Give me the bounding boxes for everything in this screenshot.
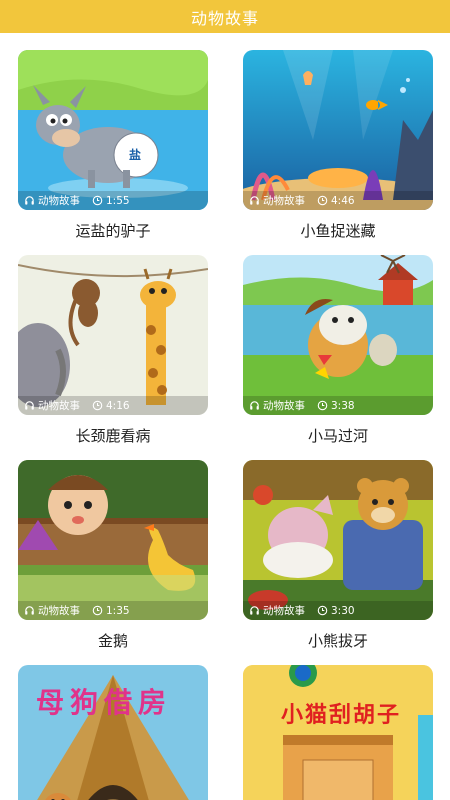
story-card[interactable]: 动物故事 3:38 小马过河 bbox=[243, 255, 433, 446]
story-title[interactable]: 小鱼捉迷藏 bbox=[243, 220, 433, 241]
story-card[interactable]: 动物故事 3:30 小熊拔牙 bbox=[243, 460, 433, 651]
story-title[interactable]: 运盐的驴子 bbox=[18, 220, 208, 241]
story-meta: 动物故事 4:46 bbox=[243, 191, 433, 210]
story-meta: 动物故事 1:55 bbox=[18, 191, 208, 210]
story-duration: 4:46 bbox=[331, 194, 355, 207]
story-duration: 4:16 bbox=[106, 399, 130, 412]
headphones-icon bbox=[25, 401, 34, 410]
clock-icon bbox=[92, 400, 103, 411]
story-card[interactable]: 动物故事 1:35 金鹅 bbox=[18, 460, 208, 651]
story-thumbnail[interactable]: 母狗借房 bbox=[18, 665, 208, 800]
story-category: 动物故事 bbox=[263, 195, 305, 207]
story-title-art: 母狗借房 bbox=[36, 686, 173, 719]
story-duration: 1:35 bbox=[106, 604, 130, 617]
donkey-illustration bbox=[18, 50, 208, 210]
story-category: 动物故事 bbox=[263, 400, 305, 412]
app-header: 动物故事 bbox=[0, 0, 450, 33]
page-title: 动物故事 bbox=[190, 8, 259, 28]
story-thumbnail[interactable]: 盐 动物故事 1:55 bbox=[18, 50, 208, 210]
story-thumbnail[interactable]: 动物故事 4:16 bbox=[18, 255, 208, 415]
story-category: 动物故事 bbox=[38, 195, 80, 207]
headphones-icon bbox=[250, 401, 259, 410]
story-title[interactable]: 金鹅 bbox=[18, 630, 208, 651]
story-title[interactable]: 小熊拔牙 bbox=[243, 630, 433, 651]
story-card[interactable]: 盐 动物故事 1:55 运盐的驴子 bbox=[18, 50, 208, 241]
golden-goose-illustration bbox=[18, 460, 208, 620]
story-category: 动物故事 bbox=[38, 400, 80, 412]
clock-icon bbox=[317, 605, 328, 616]
story-card[interactable]: 动物故事 4:16 长颈鹿看病 bbox=[18, 255, 208, 446]
story-meta: 动物故事 3:30 bbox=[243, 601, 433, 620]
headphones-icon bbox=[25, 606, 34, 615]
story-card[interactable]: 动物故事 4:46 小鱼捉迷藏 bbox=[243, 50, 433, 241]
pony-illustration bbox=[243, 255, 433, 415]
story-meta: 动物故事 1:35 bbox=[18, 601, 208, 620]
salt-bag-label: 盐 bbox=[129, 148, 142, 162]
story-duration: 1:55 bbox=[106, 194, 130, 207]
story-title[interactable]: 长颈鹿看病 bbox=[18, 425, 208, 446]
story-title-art: 小猫刮胡子 bbox=[280, 703, 401, 728]
story-grid[interactable]: 盐 动物故事 1:55 运盐的驴子 动物故事 4:46 小鱼捉迷藏 动物故事 4… bbox=[0, 33, 450, 800]
story-thumbnail[interactable]: 动物故事 4:46 bbox=[243, 50, 433, 210]
story-thumbnail[interactable]: 动物故事 1:35 bbox=[18, 460, 208, 620]
clock-icon bbox=[317, 195, 328, 206]
clock-icon bbox=[92, 605, 103, 616]
underwater-illustration bbox=[243, 50, 433, 210]
story-card[interactable]: 母狗借房 bbox=[18, 665, 208, 800]
story-thumbnail[interactable]: 动物故事 3:38 bbox=[243, 255, 433, 415]
story-meta: 动物故事 3:38 bbox=[243, 396, 433, 415]
clock-icon bbox=[92, 195, 103, 206]
story-card[interactable]: 小猫刮胡子 bbox=[243, 665, 433, 800]
bear-illustration bbox=[243, 460, 433, 620]
cat-shaving-illustration bbox=[243, 665, 433, 800]
story-meta: 动物故事 4:16 bbox=[18, 396, 208, 415]
headphones-icon bbox=[250, 196, 259, 205]
headphones-icon bbox=[25, 196, 34, 205]
headphones-icon bbox=[250, 606, 259, 615]
story-thumbnail[interactable]: 小猫刮胡子 bbox=[243, 665, 433, 800]
story-category: 动物故事 bbox=[38, 605, 80, 617]
story-category: 动物故事 bbox=[263, 605, 305, 617]
story-duration: 3:30 bbox=[331, 604, 355, 617]
clock-icon bbox=[317, 400, 328, 411]
story-title[interactable]: 小马过河 bbox=[243, 425, 433, 446]
story-duration: 3:38 bbox=[331, 399, 355, 412]
story-thumbnail[interactable]: 动物故事 3:30 bbox=[243, 460, 433, 620]
giraffe-illustration bbox=[18, 255, 208, 415]
